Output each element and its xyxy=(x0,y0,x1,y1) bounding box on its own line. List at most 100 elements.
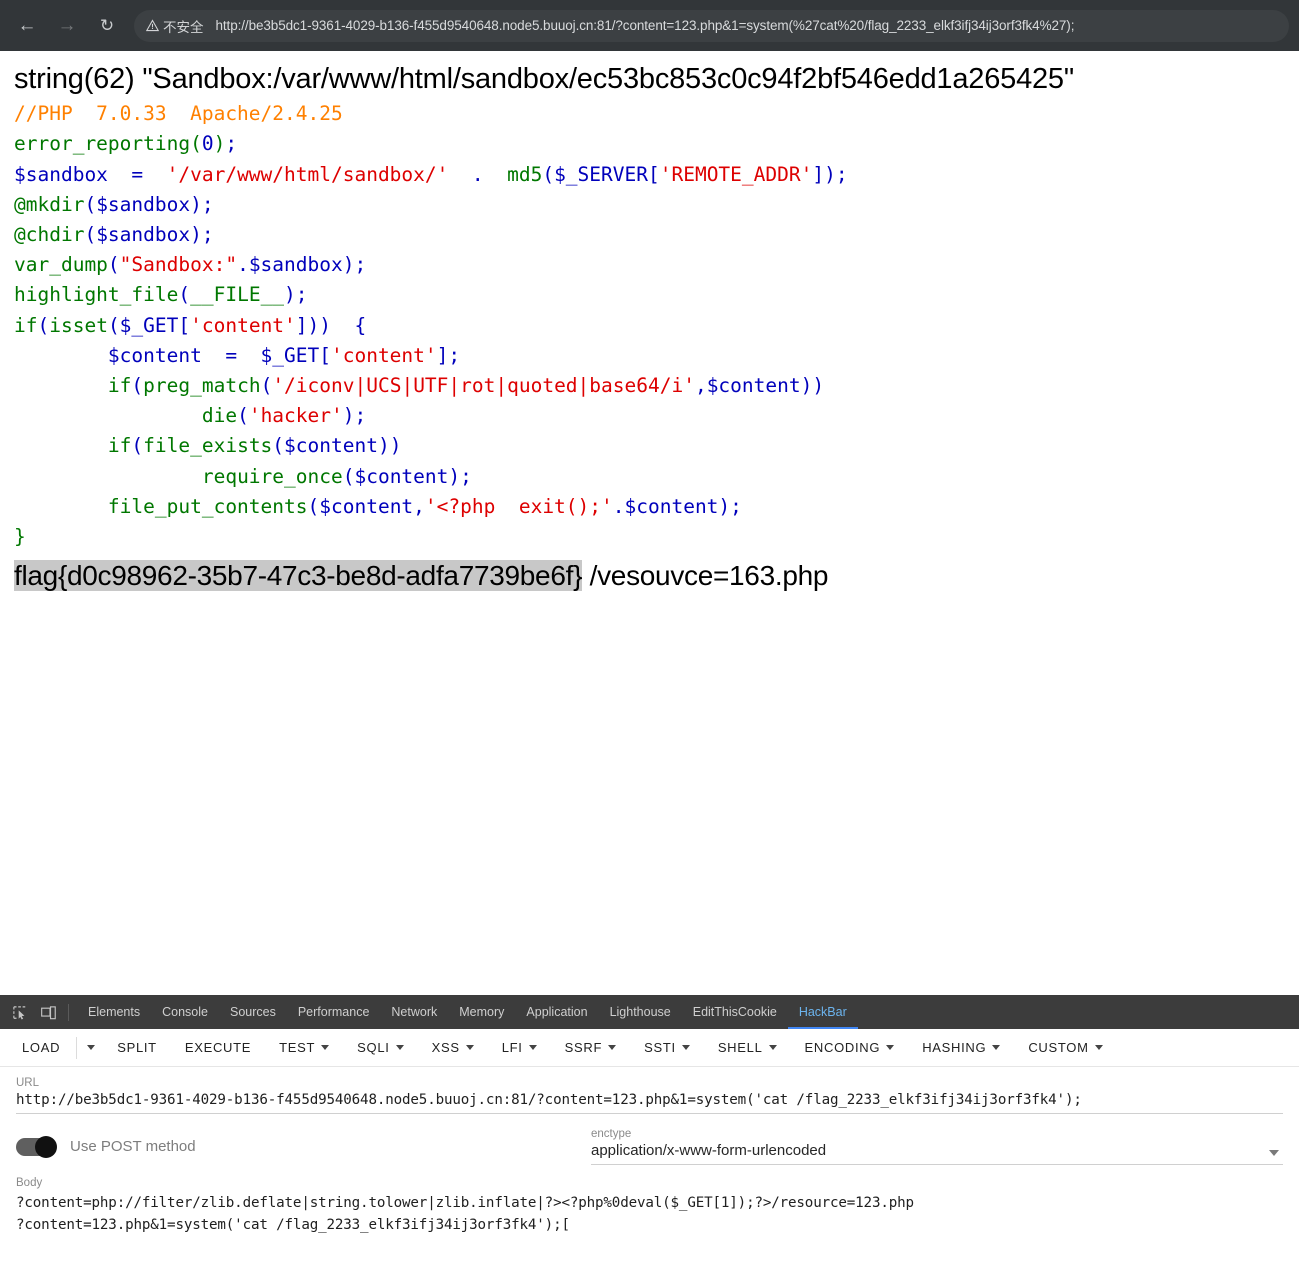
code-token: .$sandbox); xyxy=(237,253,367,277)
devtools-tab-application[interactable]: Application xyxy=(515,996,598,1029)
code-token: ( xyxy=(190,132,202,156)
toggle-knob xyxy=(35,1135,57,1158)
devtools-tab-elements[interactable]: Elements xyxy=(77,996,151,1029)
body-field-value[interactable]: ?content=php://filter/zlib.deflate|strin… xyxy=(16,1192,1283,1236)
hackbar-encoding-button[interactable]: ENCODING xyxy=(791,1034,909,1061)
code-token: ( xyxy=(237,404,249,428)
hackbar-split-button[interactable]: SPLIT xyxy=(103,1034,171,1061)
body-line: ?content=php://filter/zlib.deflate|strin… xyxy=(16,1195,914,1211)
hackbar-load-button[interactable]: LOAD xyxy=(8,1034,74,1061)
code-token: '<?php exit();' xyxy=(424,494,613,518)
code-token: ); xyxy=(342,404,367,428)
code-token: . xyxy=(448,162,508,186)
hackbar-sqli-button[interactable]: SQLI xyxy=(343,1034,417,1061)
code-line: @mkdir($sandbox); xyxy=(14,190,1299,220)
code-token: ($sandbox); xyxy=(84,192,214,216)
button-label: CUSTOM xyxy=(1028,1040,1089,1055)
code-token: ($_GET[ xyxy=(107,313,191,337)
caret-down-icon xyxy=(87,1045,96,1050)
code-token: __FILE__ xyxy=(190,283,285,307)
code-token: die xyxy=(201,404,238,428)
button-label: SPLIT xyxy=(117,1040,157,1055)
code-token: @chdir xyxy=(14,223,85,247)
warning-triangle-icon xyxy=(145,19,160,32)
highlighted-php-source: //PHP 7.0.33 Apache/2.4.25 error_reportin… xyxy=(0,97,1299,552)
chevron-down-icon[interactable] xyxy=(1269,1150,1279,1156)
reload-icon[interactable]: ↻ xyxy=(90,9,124,43)
device-toolbar-icon[interactable] xyxy=(34,996,62,1029)
url-field-label: URL xyxy=(16,1077,40,1089)
code-token: ($content); xyxy=(342,464,472,488)
load-dropdown-button[interactable] xyxy=(79,1039,103,1056)
devtools-tab-memory[interactable]: Memory xyxy=(448,996,515,1029)
caret-down-icon xyxy=(681,1045,690,1050)
button-label: SSTI xyxy=(644,1040,676,1055)
button-label: LOAD xyxy=(22,1040,61,1055)
hackbar-ssrf-button[interactable]: SSRF xyxy=(551,1034,630,1061)
code-line: file_put_contents($content,'<?php exit()… xyxy=(14,492,1299,522)
hackbar-lfi-button[interactable]: LFI xyxy=(488,1034,551,1061)
hackbar-hashing-button[interactable]: HASHING xyxy=(908,1034,1014,1061)
url-field-value[interactable]: http://be3b5dc1-9361-4029-b136-f455d9540… xyxy=(16,1092,1283,1114)
hackbar-body-field[interactable]: Body ?content=php://filter/zlib.deflate|… xyxy=(0,1165,1299,1236)
hackbar-url-field[interactable]: URL http://be3b5dc1-9361-4029-b136-f455d… xyxy=(0,1067,1299,1114)
code-line: error_reporting(0); xyxy=(14,129,1299,159)
code-token: ; xyxy=(225,132,238,156)
button-label: SHELL xyxy=(717,1040,763,1055)
use-post-method-toggle[interactable] xyxy=(16,1135,57,1158)
code-line: } xyxy=(14,522,1299,552)
caret-down-icon xyxy=(608,1045,617,1050)
code-token: ]); xyxy=(812,162,848,186)
code-line: var_dump("Sandbox:".$sandbox); xyxy=(14,250,1299,280)
devtools-tab-sources[interactable]: Sources xyxy=(219,996,287,1029)
hackbar-test-button[interactable]: TEST xyxy=(265,1034,343,1061)
security-chip[interactable]: 不安全 xyxy=(145,16,204,36)
code-token: file_exists xyxy=(143,434,273,458)
devtools-tab-hackbar[interactable]: HackBar xyxy=(787,996,858,1029)
hackbar-shell-button[interactable]: SHELL xyxy=(704,1034,791,1061)
flag-trailing-text: /vesouvce=163.php xyxy=(582,560,829,592)
code-token: @mkdir xyxy=(14,192,85,216)
code-token: .$content); xyxy=(612,494,742,518)
address-bar[interactable]: 不安全 http://be3b5dc1-9361-4029-b136-f455d… xyxy=(134,9,1289,42)
code-token: if xyxy=(14,313,38,337)
devtools-tab-console[interactable]: Console xyxy=(151,996,219,1029)
code-token: ,$content)) xyxy=(694,374,825,398)
devtools-tab-list: Elements Console Sources Performance Network… xyxy=(77,996,858,1029)
code-line: $sandbox = '/var/www/html/sandbox/' . md… xyxy=(14,160,1299,190)
hackbar-panel: LOAD SPLIT EXECUTE TEST SQLI XSS LFI SSRF SSTI SH… xyxy=(0,1029,1299,1288)
hackbar-toolbar: LOAD SPLIT EXECUTE TEST SQLI XSS LFI SSRF SSTI SH… xyxy=(0,1029,1299,1067)
code-token: ( xyxy=(178,283,191,307)
code-token: 0 xyxy=(201,132,214,156)
code-token: error_reporting xyxy=(14,132,191,156)
code-token: ($content, xyxy=(307,494,425,518)
var-dump-output: string(62) "Sandbox:/var/www/html/sandbo… xyxy=(14,63,1074,95)
hackbar-ssti-button[interactable]: SSTI xyxy=(630,1034,704,1061)
devtools-tab-lighthouse[interactable]: Lighthouse xyxy=(599,996,682,1029)
devtools-tab-editthiscookie[interactable]: EditThisCookie xyxy=(682,996,788,1029)
code-token: $content = $_GET[ xyxy=(14,343,331,367)
inspect-element-icon[interactable] xyxy=(6,996,34,1029)
code-token: '/var/www/html/sandbox/' xyxy=(166,162,449,186)
back-icon[interactable]: ← xyxy=(10,9,44,43)
devtools-tabbar: Elements Console Sources Performance Network… xyxy=(0,996,1299,1029)
forward-icon[interactable]: → xyxy=(50,9,84,43)
devtools-tab-performance[interactable]: Performance xyxy=(287,996,381,1029)
code-token: ($sandbox); xyxy=(84,223,214,247)
code-line: require_once($content); xyxy=(14,462,1299,492)
code-token: ( xyxy=(37,313,50,337)
caret-down-icon xyxy=(1094,1045,1103,1050)
hackbar-xss-button[interactable]: XSS xyxy=(418,1034,488,1061)
enctype-select[interactable]: enctype application/x-www-form-urlencode… xyxy=(591,1128,1283,1165)
code-token: file_put_contents xyxy=(107,494,308,518)
page-content: string(62) "Sandbox:/var/www/html/sandbo… xyxy=(0,51,1299,995)
code-token: preg_match xyxy=(143,374,261,398)
security-label: 不安全 xyxy=(163,19,204,35)
code-line: if(isset($_GET['content'])) { xyxy=(14,311,1299,341)
code-line: die('hacker'); xyxy=(14,401,1299,431)
hackbar-custom-button[interactable]: CUSTOM xyxy=(1014,1034,1116,1061)
hackbar-execute-button[interactable]: EXECUTE xyxy=(171,1034,265,1061)
devtools-tab-network[interactable]: Network xyxy=(380,996,448,1029)
